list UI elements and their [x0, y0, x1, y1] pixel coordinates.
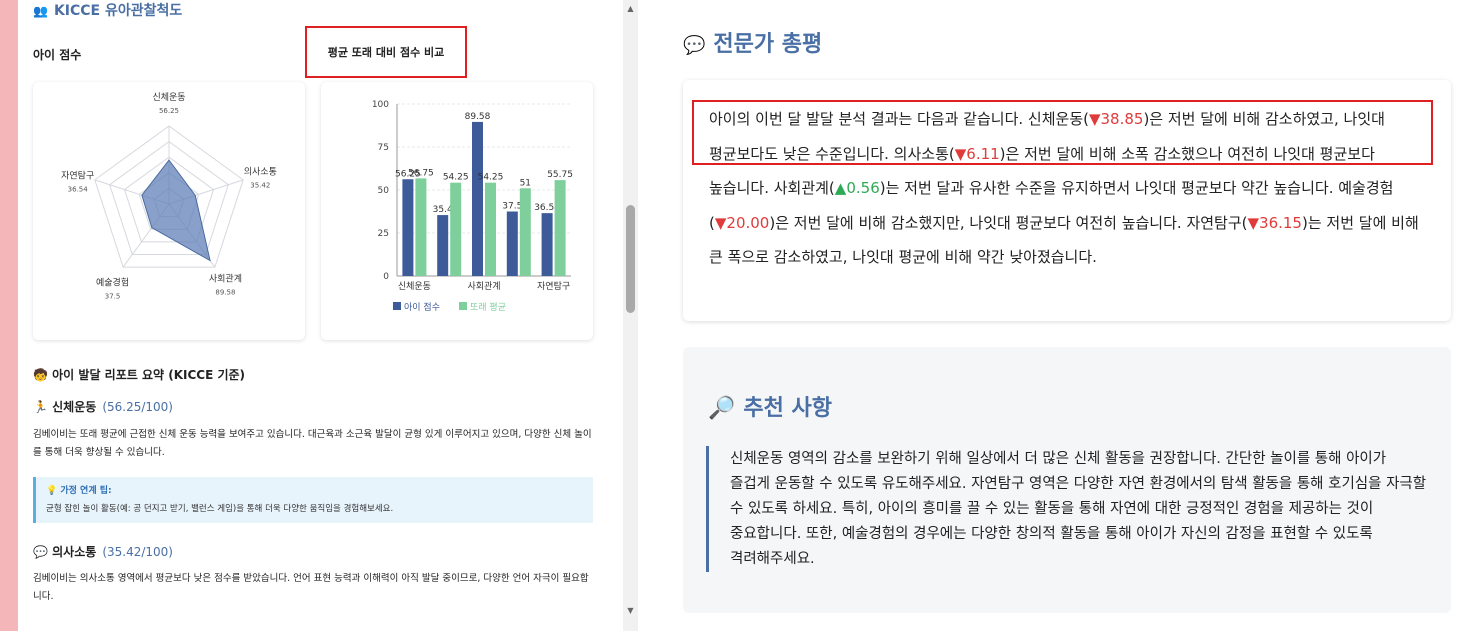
art-change-value: ▼20.00 — [714, 213, 770, 232]
app-root: 👥 KICCE 유아관찰척도 아이 점수 평균 또래 대비 점수 비교 신체운동 5… — [0, 0, 1475, 631]
tip-title-text: 가정 연계 팁: — [60, 486, 112, 496]
section-header: 👥 KICCE 유아관찰척도 — [33, 0, 182, 20]
chat-bubbles-icon: 💬 — [683, 35, 706, 56]
legend-label: 아이 점수 — [404, 301, 440, 313]
bar-child-2 — [472, 121, 483, 277]
bar-child-1 — [437, 215, 449, 276]
recommendation-title: 🔎 추천 사항 — [708, 390, 832, 422]
bar-peer-2 — [485, 182, 496, 276]
item-communication-header: 💬 의사소통 (35.42/100) — [33, 543, 173, 560]
bar-y-tick: 50 — [378, 186, 390, 196]
chat-bubbles-icon: 💬 — [33, 545, 48, 559]
expert-review-title: 💬 전문가 총평 — [683, 26, 822, 58]
report-scroll-area[interactable]: 👥 KICCE 유아관찰척도 아이 점수 평균 또래 대비 점수 비교 신체운동 5… — [18, 0, 623, 631]
radar-data-area — [141, 159, 211, 262]
bar-y-tick: 25 — [378, 229, 389, 239]
bar-peer-4 — [554, 180, 566, 276]
compare-label: 평균 또래 대비 점수 비교 — [305, 26, 467, 78]
bar-y-tick: 0 — [383, 272, 389, 282]
bar-chart: 025507510056.2556.7535.454.2589.5854.253… — [372, 100, 573, 313]
bar-data-label: 37.5 — [502, 202, 522, 212]
users-icon: 👥 — [33, 4, 48, 18]
bar-x-tick: 자연탐구 — [537, 280, 570, 292]
bar-y-tick: 100 — [372, 100, 389, 110]
item-physical-header: 🏃 신체운동 (56.25/100) — [33, 398, 173, 415]
bar-x-tick: 신체운동 — [398, 281, 431, 292]
item-communication-score: (35.42/100) — [102, 545, 173, 559]
radar-axis-label: 예술경험 — [96, 277, 129, 289]
section-header-text: KICCE 유아관찰척도 — [53, 3, 183, 19]
radar-axis-label: 자연탐구 — [61, 169, 94, 181]
recommendation-text: 신체운동 영역의 감소를 보완하기 위해 일상에서 더 많은 신체 활동을 권장… — [730, 451, 1427, 567]
bar-data-label: 89.58 — [465, 112, 491, 122]
item-communication-desc: 김베이비는 의사소통 영역에서 평균보다 낮은 점수를 받았습니다. 언어 표현… — [33, 573, 589, 602]
radar-axis-value: 36.54 — [68, 185, 89, 193]
bar-child-3 — [506, 211, 518, 276]
item-physical-desc: 김베이비는 또래 평균에 근접한 신체 운동 능력을 보여주고 있습니다. 대근… — [33, 429, 592, 458]
radar-axis-value: 35.42 — [250, 181, 270, 189]
bar-y-tick: 75 — [378, 143, 389, 153]
bar-data-label: 51 — [520, 178, 531, 188]
legend-label: 또래 평균 — [470, 302, 506, 313]
social-change-value: ▲0.56 — [834, 179, 880, 197]
recommendation-title-text: 추천 사항 — [743, 396, 833, 421]
item-communication-name: 의사소통 — [52, 545, 97, 559]
lightbulb-icon: 💡 — [46, 486, 58, 496]
compare-label-text: 평균 또래 대비 점수 비교 — [327, 46, 445, 59]
radar-axis-value: 89.58 — [215, 289, 235, 297]
scroll-up-icon[interactable]: ▲ — [623, 2, 638, 16]
highlight-box — [692, 100, 1433, 165]
bar-peer-0 — [415, 178, 427, 276]
radar-axis-value: 37.5 — [105, 293, 121, 301]
bar-x-tick: 사회관계 — [467, 280, 500, 292]
recommendation-accent-bar — [706, 446, 709, 572]
summary-title: 🧒 아이 발달 리포트 요약 (KICCE 기준) — [33, 366, 245, 383]
item-physical-name: 신체운동 — [52, 400, 97, 414]
bar-data-label: 56.75 — [408, 168, 434, 178]
bar-data-label: 55.75 — [547, 170, 573, 180]
radar-axis-label: 신체운동 — [152, 92, 185, 103]
bar-data-label: 35.4 — [433, 205, 453, 215]
review-text-segment: )은 저번 달에 비해 감소했지만, 나잇대 평균보다 여전히 높습니다. 자연… — [769, 213, 1248, 232]
bar-data-label: 54.25 — [443, 173, 469, 183]
bar-child-4 — [541, 213, 553, 276]
bar-peer-1 — [450, 182, 462, 276]
radar-axis-label: 사회관계 — [209, 273, 242, 285]
scroll-down-icon[interactable]: ▼ — [623, 604, 638, 618]
bar-data-label: 54.25 — [478, 173, 504, 183]
nature-change-value: ▼36.15 — [1247, 213, 1302, 232]
bar-chart-card: 0 25 50 75 100 56.25 56.75 35.4 54.25 89.58 54.25 3… — [321, 82, 593, 340]
magnifier-icon: 🔎 — [708, 396, 736, 421]
legend-swatch — [459, 302, 467, 310]
bar-child-0 — [402, 179, 414, 276]
legend-swatch — [393, 302, 401, 310]
home-tip-box: 💡 가정 연계 팁: 균형 잡힌 놀이 활동(예: 공 던지고 받기, 밸런스 … — [33, 477, 593, 523]
summary-title-text: 아이 발달 리포트 요약 (KICCE 기준) — [52, 368, 246, 382]
radar-axis-value: 56.25 — [159, 107, 179, 115]
report-frame: 👥 KICCE 유아관찰척도 아이 점수 평균 또래 대비 점수 비교 신체운동 5… — [0, 0, 638, 631]
tip-title: 💡 가정 연계 팁: — [46, 483, 583, 496]
score-label: 아이 점수 — [33, 48, 82, 62]
bar-peer-3 — [519, 188, 531, 276]
expert-review-title-text: 전문가 총평 — [713, 32, 823, 57]
scrollbar[interactable]: ▲ ▼ — [623, 0, 638, 631]
running-person-icon: 🏃 — [33, 400, 48, 414]
radar-chart: 신체운동 56.25 의사소통 35.42 사회관계 89.58 예술경험 37.5 자연탐구 3… — [61, 92, 277, 301]
radar-axis-label: 의사소통 — [244, 166, 277, 177]
tip-body: 균형 잡힌 놀이 활동(예: 공 던지고 받기, 밸런스 게임)을 통해 더욱 … — [46, 504, 394, 514]
item-physical-score: (56.25/100) — [102, 400, 173, 414]
radar-chart-card: 신체운동 56.25 의사소통 35.42 사회관계 89.58 예술경험 37.5 자연탐구 3… — [33, 82, 305, 340]
scroll-thumb[interactable] — [626, 205, 635, 313]
face-emoji-icon: 🧒 — [33, 368, 48, 382]
